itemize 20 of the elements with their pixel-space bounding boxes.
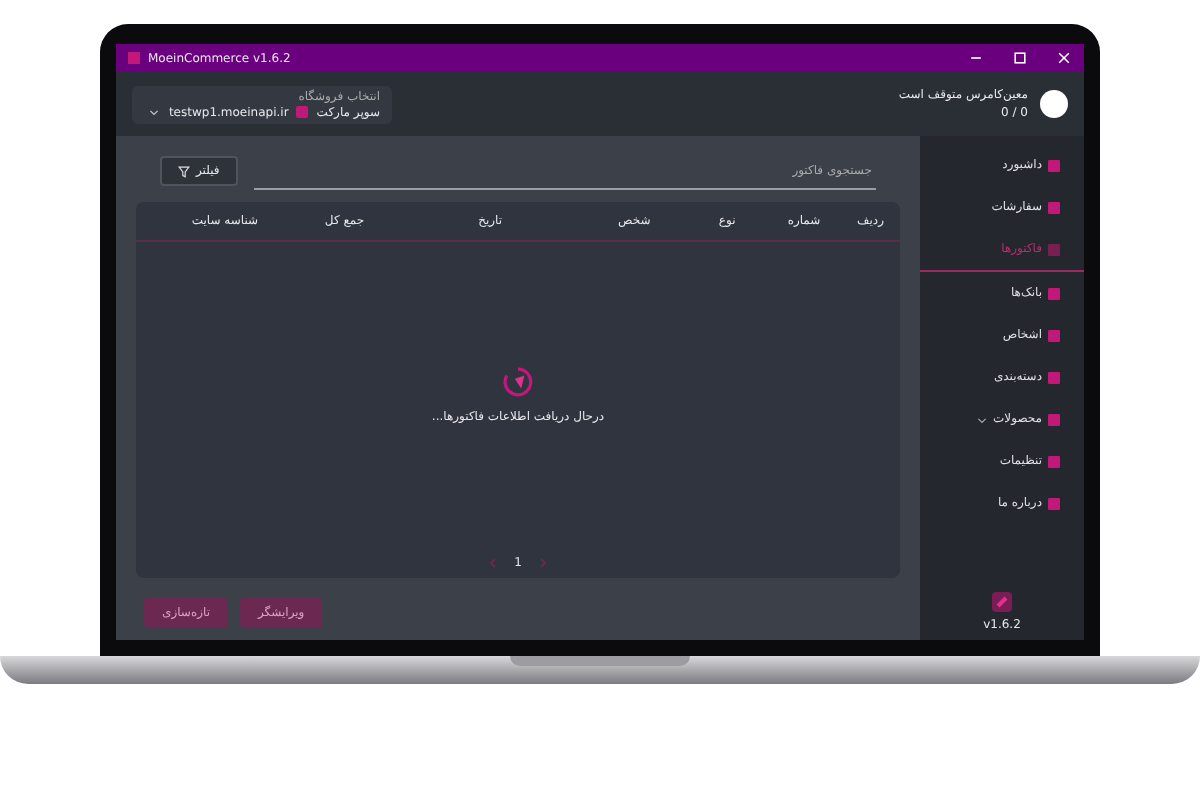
chevron-right-icon bbox=[537, 558, 548, 568]
app-icon bbox=[128, 52, 140, 64]
menu-item-icon bbox=[1048, 287, 1060, 299]
chevron-left-icon bbox=[488, 558, 499, 568]
menu-item-icon bbox=[1048, 413, 1060, 425]
close-icon bbox=[1056, 50, 1072, 66]
menu-item-icon bbox=[1048, 201, 1060, 213]
store-icon bbox=[296, 106, 309, 118]
spinner-icon bbox=[502, 366, 534, 398]
logo-icon bbox=[992, 592, 1012, 612]
menu-item-icon bbox=[1048, 329, 1060, 341]
menu-item-icon bbox=[1048, 371, 1060, 383]
avatar bbox=[1040, 90, 1068, 118]
menu-item-icon bbox=[1048, 159, 1060, 171]
maximize-icon bbox=[1012, 50, 1028, 66]
chevron-down-icon bbox=[148, 106, 161, 118]
funnel-icon bbox=[178, 165, 190, 177]
menu-item-icon bbox=[1048, 243, 1060, 255]
menu-item-icon bbox=[1048, 497, 1060, 509]
menu-item-icon bbox=[1048, 455, 1060, 467]
